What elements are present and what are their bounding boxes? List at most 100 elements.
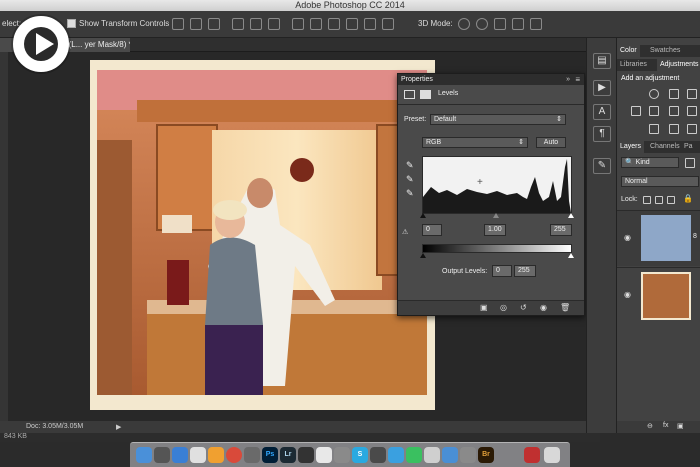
levels-adj-icon[interactable]	[669, 89, 679, 99]
trash-icon[interactable]: 🗑	[560, 303, 570, 312]
3d-slide-icon[interactable]	[512, 18, 524, 30]
safari-icon[interactable]	[208, 447, 224, 463]
lock-position-icon[interactable]	[667, 196, 675, 204]
output-white-field[interactable]: 255	[514, 265, 536, 277]
status-menu-icon[interactable]: ▶	[116, 423, 121, 431]
lock-pixels-icon[interactable]	[655, 196, 663, 204]
mission-control-icon[interactable]	[172, 447, 188, 463]
panel-menu-icon[interactable]: ≡	[575, 75, 580, 84]
character-icon[interactable]: A	[593, 104, 611, 120]
photoshop-icon[interactable]: Ps	[262, 447, 278, 463]
distribute-right-icon[interactable]	[382, 18, 394, 30]
align-hcenter-icon[interactable]	[250, 18, 262, 30]
messages-icon[interactable]	[388, 447, 404, 463]
paragraph-icon[interactable]: ¶	[593, 126, 611, 142]
calculate-histogram-icon[interactable]: ⚠	[402, 228, 408, 236]
align-top-icon[interactable]	[172, 18, 184, 30]
auto-button[interactable]: Auto	[536, 137, 566, 148]
reset-icon[interactable]: ↺	[520, 303, 527, 312]
eyedropper-white-icon[interactable]: ✎	[406, 188, 414, 199]
input-black-slider[interactable]	[420, 213, 426, 218]
eye-icon[interactable]: ◉	[624, 290, 631, 299]
fx-icon[interactable]: fx	[663, 422, 668, 429]
threshold-icon[interactable]	[687, 124, 697, 134]
distribute-hcenter-icon[interactable]	[364, 18, 376, 30]
finder-icon[interactable]	[136, 447, 152, 463]
invert-icon[interactable]	[649, 124, 659, 134]
align-vcenter-icon[interactable]	[190, 18, 202, 30]
eyedropper-black-icon[interactable]: ✎	[406, 160, 414, 171]
hue-sat-icon[interactable]	[649, 106, 659, 116]
3d-scale-icon[interactable]	[530, 18, 542, 30]
clip-to-layer-icon[interactable]: ▣	[480, 303, 488, 312]
layer-mask-icon[interactable]	[420, 90, 431, 99]
launchpad-icon[interactable]	[154, 447, 170, 463]
lock-transparent-icon[interactable]	[643, 196, 651, 204]
tab-color[interactable]: Color	[617, 45, 640, 57]
input-gamma-slider[interactable]	[493, 213, 499, 218]
layer-row-adjustment[interactable]: ◉ 8	[617, 210, 700, 266]
preset-select[interactable]: Default ⇕	[430, 114, 566, 125]
document-image[interactable]	[97, 70, 427, 395]
calendar-icon[interactable]	[190, 447, 206, 463]
align-right-icon[interactable]	[268, 18, 280, 30]
output-black-field[interactable]: 0	[492, 265, 512, 277]
trash-icon[interactable]	[544, 447, 560, 463]
properties-header[interactable]: Properties	[398, 74, 584, 85]
3d-rotate-icon[interactable]	[458, 18, 470, 30]
tab-paths[interactable]: Pa	[681, 141, 696, 153]
lock-icon[interactable]: 🔒	[683, 194, 693, 203]
3d-pan-icon[interactable]	[494, 18, 506, 30]
channel-select[interactable]: RGB ⇕	[422, 137, 528, 148]
distribute-vcenter-icon[interactable]	[310, 18, 322, 30]
curves-icon[interactable]	[687, 89, 697, 99]
brightness-icon[interactable]	[649, 89, 659, 99]
bw-icon[interactable]	[687, 106, 697, 116]
layer-filter-select[interactable]: 🔍 Kind	[621, 157, 679, 168]
3d-roll-icon[interactable]	[476, 18, 488, 30]
tab-layers[interactable]: Layers	[617, 141, 645, 153]
skype-icon[interactable]: S	[352, 447, 368, 463]
input-white-field[interactable]: 255	[550, 224, 572, 236]
input-white-slider[interactable]	[568, 213, 574, 218]
align-left-icon[interactable]	[232, 18, 244, 30]
layer-row-photo[interactable]: ◉	[617, 267, 700, 323]
color-balance-icon[interactable]	[669, 106, 679, 116]
link-layers-icon[interactable]: ⊖	[647, 422, 653, 430]
video-play-button[interactable]	[13, 16, 69, 72]
app-icon[interactable]	[334, 447, 350, 463]
facetime-icon[interactable]	[406, 447, 422, 463]
collapse-icon[interactable]: »	[566, 76, 570, 83]
vibrance-icon[interactable]	[631, 106, 641, 116]
input-black-field[interactable]: 0	[422, 224, 442, 236]
itunes-icon[interactable]	[370, 447, 386, 463]
app-store-icon[interactable]	[442, 447, 458, 463]
add-mask-icon[interactable]: ▣	[677, 422, 684, 430]
eyedropper-gray-icon[interactable]: ✎	[406, 174, 414, 185]
output-black-slider[interactable]	[420, 253, 426, 258]
output-white-slider[interactable]	[568, 253, 574, 258]
eye-icon[interactable]: ◉	[540, 303, 547, 312]
align-bottom-icon[interactable]	[208, 18, 220, 30]
lightroom-icon[interactable]: Lr	[280, 447, 296, 463]
posterize-icon[interactable]	[669, 124, 679, 134]
bridge-icon[interactable]: Br	[478, 447, 494, 463]
folder-icon[interactable]	[524, 447, 540, 463]
system-prefs-icon[interactable]	[244, 447, 260, 463]
app-icon[interactable]	[316, 447, 332, 463]
tab-adjustments[interactable]: Adjustments	[657, 59, 700, 71]
tab-libraries[interactable]: Libraries	[617, 59, 650, 71]
app-icon[interactable]	[460, 447, 476, 463]
eye-icon[interactable]: ◉	[624, 233, 631, 242]
distribute-left-icon[interactable]	[346, 18, 358, 30]
tab-channels[interactable]: Channels	[647, 141, 683, 153]
view-previous-icon[interactable]: ◎	[500, 303, 507, 312]
actions-icon[interactable]: ▶	[593, 80, 611, 96]
history-icon[interactable]: ▤	[593, 53, 611, 69]
input-gamma-field[interactable]: 1.00	[484, 224, 506, 236]
blend-mode-select[interactable]: Normal	[621, 176, 699, 187]
distribute-bottom-icon[interactable]	[328, 18, 340, 30]
filter-pixel-icon[interactable]	[685, 158, 695, 168]
tab-swatches[interactable]: Swatches	[647, 45, 683, 57]
camera-icon[interactable]	[298, 447, 314, 463]
